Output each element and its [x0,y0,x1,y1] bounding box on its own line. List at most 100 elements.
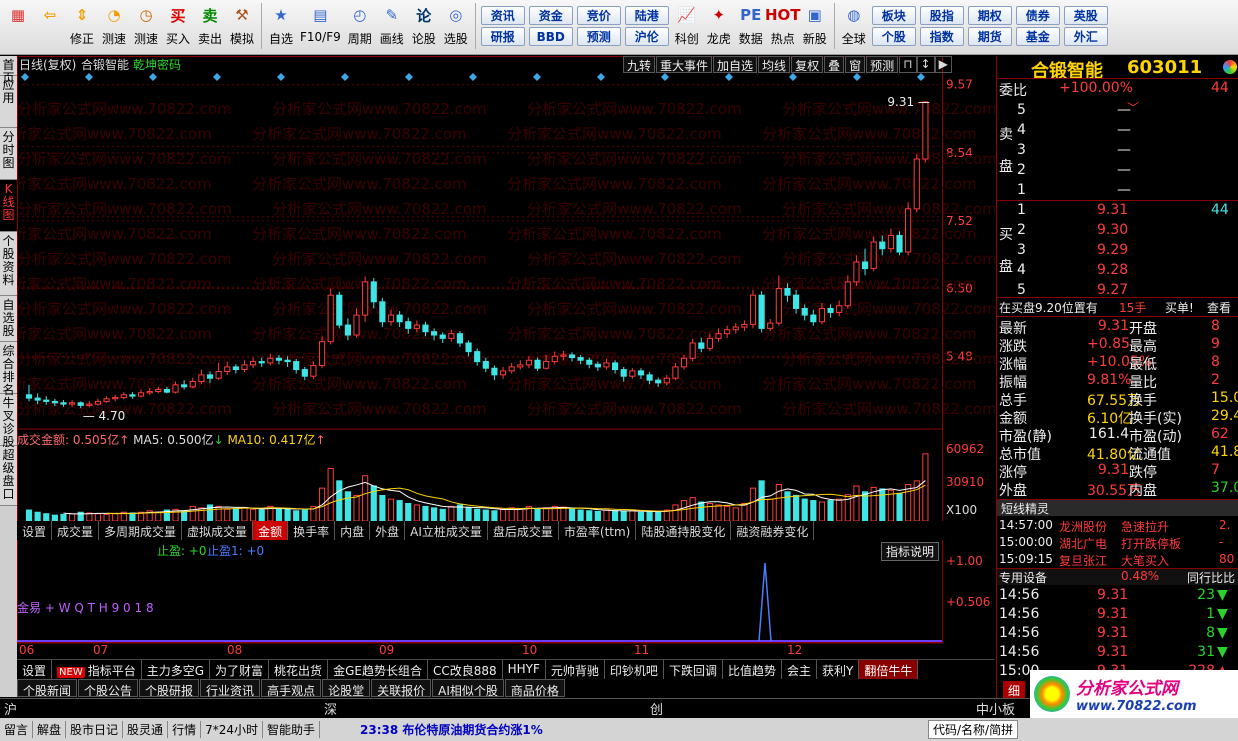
quick-button[interactable]: 资讯 [480,6,525,25]
status-item-4[interactable]: 行情 [168,721,202,738]
indicator-tab-4[interactable]: 桃花出货 [269,660,329,679]
indicator-tab-2[interactable]: 主力多空G [142,660,211,679]
volume-tab-8[interactable]: AI立桩成交量 [405,521,488,540]
quick-button[interactable]: 竞价 [576,6,621,25]
quick-button[interactable]: 研报 [480,27,525,46]
pin-icon[interactable]: ↕ [916,56,935,73]
volume-tab-3[interactable]: 虚拟成交量 [182,521,254,540]
chart-header-button-0[interactable]: 九转 [623,56,656,73]
quick-button[interactable]: 板块 [871,6,916,25]
quick-button[interactable]: 陆港 [624,6,669,25]
indicator-tab-14[interactable]: 翻倍牛牛 [859,660,919,679]
left-tab-6[interactable]: 综合排名 [0,342,17,397]
toolbar-button-4[interactable]: ◷ 测速 [131,3,161,51]
volume-tab-2[interactable]: 多周期成交量 [99,521,183,540]
quick-button[interactable]: 外汇 [1063,27,1108,46]
chart-header-button-5[interactable]: 叠 [824,56,845,73]
quick-button[interactable]: BBD [528,27,573,46]
toolbar-button-17[interactable]: HOT 热点 [765,3,801,51]
toolbar-button-0[interactable]: ▦ [3,3,33,51]
indicator-tab-6[interactable]: CC改良888 [428,660,503,679]
quick-button[interactable]: 个股 [871,27,916,46]
left-tab-1[interactable]: 应用 [0,76,17,128]
toolbar-button-2[interactable]: ⇕ 修正 [67,3,97,51]
chart-secret[interactable]: 乾坤密码 [133,56,181,73]
chart-header-button-2[interactable]: 加自选 [713,56,758,73]
quick-button[interactable]: 沪伦 [624,27,669,46]
indicator-tab-1[interactable]: NEW 指标平台 [52,660,142,679]
toolbar-button-10[interactable]: ◴ 周期 [345,3,375,51]
quick-button[interactable]: 基金 [1015,27,1060,46]
left-tab-3[interactable]: K线图 [0,180,17,232]
status-item-1[interactable]: 解盘 [33,721,67,738]
indicator-tab-7[interactable]: HHYF [503,660,546,679]
left-tab-8[interactable]: 超级盘口 [0,446,17,506]
toolbar-button-8[interactable]: ★ 自选 [266,3,296,51]
indicator-tab-5[interactable]: 金GE趋势长组合 [328,660,428,679]
news-tab-5[interactable]: 论股堂 [322,679,371,698]
toolbar-button-3[interactable]: ◔ 测速 [99,3,129,51]
toolbar-button-13[interactable]: ◎ 选股 [441,3,471,51]
indicator-tab-3[interactable]: 为了财富 [210,660,270,679]
indicator-explain-button[interactable]: 指标说明 [881,542,940,561]
volume-tab-10[interactable]: 市盈率(ttm) [559,521,637,540]
toolbar-button-1[interactable]: ⇦ [35,3,65,51]
toolbar-button-11[interactable]: ✎ 画线 [377,3,407,51]
left-tab-5[interactable]: 自选股 [0,296,17,342]
lock-icon[interactable]: ⊓ [899,56,917,73]
volume-tab-5[interactable]: 换手率 [288,521,336,540]
left-tab-4[interactable]: 个股资料 [0,232,17,296]
quick-button[interactable]: 期权 [967,6,1012,25]
indicator-tab-10[interactable]: 下跌回调 [664,660,723,679]
indicator-tab-9[interactable]: 印钞机吧 [605,660,664,679]
news-tab-4[interactable]: 高手观点 [261,679,322,698]
index-sz[interactable]: 深 [324,699,650,718]
chart-header-button-1[interactable]: 重大事件 [656,56,713,73]
status-item-6[interactable]: 智能助手 [263,721,320,738]
quick-button[interactable]: 债券 [1015,6,1060,25]
volume-tab-7[interactable]: 外盘 [370,521,406,540]
quick-button[interactable]: 预测 [576,27,621,46]
indicator-tab-11[interactable]: 比值趋势 [723,660,782,679]
toolbar-button-18[interactable]: ▣ 新股 [800,3,830,51]
status-item-5[interactable]: 7*24小时 [201,721,263,738]
play-icon[interactable]: ▶ [934,56,952,73]
news-tab-1[interactable]: 个股公告 [78,679,139,698]
color-wheel-icon[interactable] [1223,60,1237,74]
chart-header-button-4[interactable]: 复权 [791,56,824,73]
toolbar-button-14[interactable]: 📈 科创 [672,3,702,51]
volume-tab-1[interactable]: 成交量 [52,521,100,540]
volume-tab-6[interactable]: 内盘 [335,521,371,540]
indicator-tab-13[interactable]: 获利Y [817,660,860,679]
toolbar-button-5[interactable]: 买买入 [163,3,193,51]
toolbar-button-19[interactable]: ◍ 全球 [839,3,869,51]
index-zxb[interactable]: 中小板 [976,699,1015,718]
toolbar-button-9[interactable]: ▤ F10/F9 [298,3,343,51]
indicator-tab-12[interactable]: 会主 [782,660,817,679]
index-sh[interactable]: 沪 [4,699,324,718]
toolbar-button-7[interactable]: ⚒ 模拟 [227,3,257,51]
quick-button[interactable]: 股指 [919,6,964,25]
volume-tab-11[interactable]: 陆股通持股变化 [636,521,732,540]
quick-button[interactable]: 英股 [1063,6,1108,25]
volume-tab-4[interactable]: 金额 [253,521,289,540]
left-tab-2[interactable]: 分时图 [0,128,17,180]
index-cy[interactable]: 创 [650,699,976,718]
quick-button[interactable]: 期货 [967,27,1012,46]
quick-button[interactable]: 资金 [528,6,573,25]
toolbar-button-12[interactable]: 论论股 [409,3,439,51]
news-tab-6[interactable]: 关联报价 [371,679,432,698]
status-item-2[interactable]: 股市日记 [66,721,124,738]
news-tab-7[interactable]: AI相似个股 [432,679,504,698]
kline-chart-area[interactable]: 9.57 8.54 7.52 6.50 5.48 60962 30910 X100 +1.00 +… [17,56,995,708]
indicator-tab-0[interactable]: 设置 [17,660,53,679]
toolbar-button-16[interactable]: PE 数据 [736,3,766,51]
chart-header-button-7[interactable]: 预测 [866,56,899,73]
chart-header-button-6[interactable]: 窗 [845,56,866,73]
status-item-3[interactable]: 股灵通 [123,721,169,738]
news-tab-8[interactable]: 商品价格 [504,679,565,698]
chart-header-button-3[interactable]: 均线 [758,56,791,73]
indicator-tab-8[interactable]: 元帅背驰 [546,660,605,679]
code-search-input[interactable]: 代码/名称/简拼 [928,720,1019,739]
left-tab-7[interactable]: 牛叉诊股 [0,394,17,449]
